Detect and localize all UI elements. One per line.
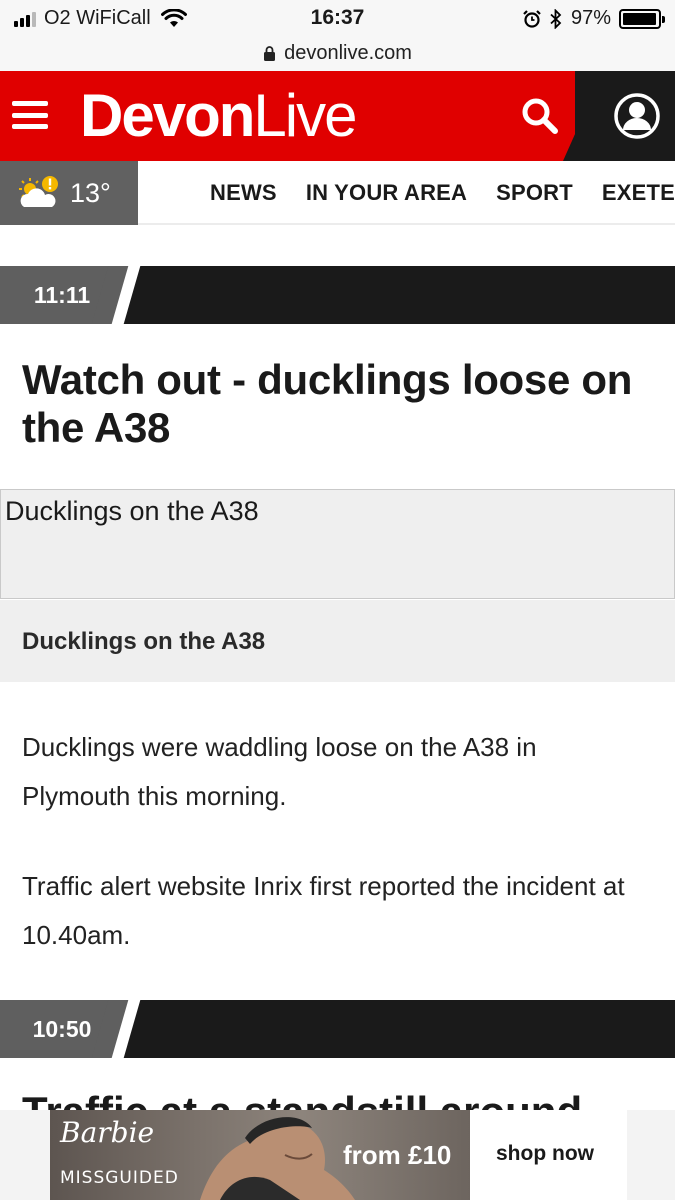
site-logo[interactable]: DevonLive [80, 81, 357, 151]
ad-image: Barbie MISSGUIDED from £10 [50, 1110, 470, 1200]
search-icon[interactable] [517, 93, 563, 139]
site-header: DevonLive [0, 71, 675, 161]
post-time-bar: 10:50 [0, 1000, 675, 1058]
ad-brand: MISSGUIDED [60, 1168, 179, 1188]
ad-banner[interactable]: Barbie MISSGUIDED from £10 shop now [50, 1110, 627, 1200]
menu-button[interactable] [12, 97, 48, 133]
ad-shop-now-button[interactable]: shop now [496, 1142, 594, 1166]
nav-items: NEWS IN YOUR AREA SPORT EXETER [210, 161, 675, 225]
sun-cloud-warning-icon [19, 176, 58, 207]
lock-icon [264, 46, 276, 61]
nav-scroll[interactable]: NEWS IN YOUR AREA SPORT EXETER [138, 161, 675, 225]
section-nav: 13° NEWS IN YOUR AREA SPORT EXETER [0, 161, 675, 225]
ad-brand-script: Barbie [60, 1116, 155, 1149]
bluetooth-icon [550, 8, 562, 29]
logo-live: Live [253, 82, 357, 149]
post-time-bar: 11:11 [0, 266, 675, 324]
address-bar[interactable]: devonlive.com [0, 36, 675, 71]
status-right: 97% [523, 7, 665, 30]
nav-item-in-your-area[interactable]: IN YOUR AREA [306, 180, 467, 206]
logo-devon: Devon [80, 82, 255, 149]
account-icon[interactable] [613, 92, 661, 140]
post-headline[interactable]: Watch out - ducklings loose on the A38 [22, 356, 652, 452]
alarm-icon [523, 9, 541, 28]
battery-percent: 97% [570, 7, 611, 29]
temperature: 13° [70, 177, 111, 208]
post-paragraph: Ducklings were waddling loose on the A38… [22, 732, 537, 811]
post-time: 11:11 [33, 282, 91, 308]
ad-price: from £10 [343, 1140, 452, 1170]
weather-widget[interactable]: 13° [0, 161, 138, 225]
nav-item-sport[interactable]: SPORT [496, 180, 573, 206]
url-text: devonlive.com [284, 42, 412, 64]
post-image[interactable]: Ducklings on the A38 [0, 489, 675, 599]
status-bar: O2 WiFiCall 16:37 97% [0, 0, 675, 36]
image-alt-text: Ducklings on the A38 [5, 496, 259, 526]
post-paragraph: Traffic alert website Inrix first report… [22, 871, 625, 950]
battery-icon [619, 8, 665, 29]
nav-item-exeter[interactable]: EXETER [602, 180, 675, 206]
nav-item-news[interactable]: NEWS [210, 180, 277, 206]
post-time: 10:50 [32, 1016, 92, 1042]
caption-text: Ducklings on the A38 [22, 628, 266, 655]
image-caption: Ducklings on the A38 [0, 600, 675, 682]
hamburger-icon [12, 101, 48, 106]
